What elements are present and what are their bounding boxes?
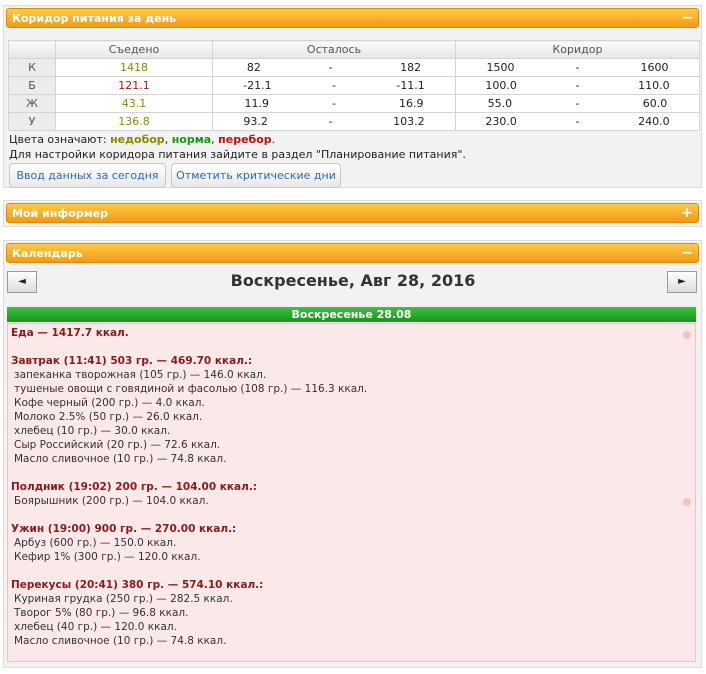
- list-item: Кефир 1% (300 гр.) — 120.0 ккал.: [14, 551, 201, 563]
- list-item: Масло сливочное (10 гр.) — 74.8 ккал.: [14, 453, 227, 465]
- list-item: Кофе черный (200 гр.) — 4.0 ккал.: [14, 397, 205, 409]
- table-row: К 1418 82 - 182 1500 - 1600: [8, 58, 700, 77]
- enter-today-button[interactable]: Ввод данных за сегодня: [9, 163, 166, 188]
- corridor-panel-title: Коридор питания за день: [12, 12, 177, 25]
- list-item: Куриная грудка (250 гр.) — 282.5 ккал.: [14, 593, 233, 605]
- table-header-blank: [8, 40, 56, 59]
- legend-comma: ,: [164, 133, 172, 146]
- arrow-left-icon: ◄: [18, 276, 26, 287]
- range-sep: -: [332, 79, 336, 92]
- range-sep: -: [328, 61, 333, 74]
- table-row: У 136.8 93.2 - 103.2 230.0 - 240.0: [8, 112, 700, 131]
- eaten-value: 1418: [55, 58, 213, 77]
- left-min: 82: [246, 61, 261, 74]
- apple-icon[interactable]: [683, 331, 691, 339]
- corridor-max: 1600: [640, 61, 669, 74]
- left-min: -21.1: [243, 79, 272, 92]
- corridor-panel-header[interactable]: Коридор питания за день −: [6, 8, 699, 28]
- table-header-eaten: Съедено: [55, 40, 213, 59]
- list-item: Боярышник (200 гр.) — 104.0 ккал.: [14, 495, 209, 507]
- left-range: 82 - 182: [212, 58, 456, 77]
- day-header: Воскресенье 28.08: [7, 307, 696, 322]
- corridor-min: 100.0: [485, 79, 517, 92]
- range-sep: -: [575, 97, 580, 110]
- corridor-max: 240.0: [638, 115, 670, 128]
- list-item: тушеные овощи с говядиной и фасолью (108…: [14, 383, 368, 395]
- left-max: -11.1: [396, 79, 425, 92]
- eaten-value: 136.8: [55, 112, 213, 131]
- left-max: 16.9: [398, 97, 424, 110]
- legend-over: перебор: [218, 133, 272, 146]
- next-day-button[interactable]: ►: [667, 271, 697, 293]
- left-max: 103.2: [393, 115, 425, 128]
- day-entries: Еда — 1417.7 ккал. Завтрак (11:41) 503 г…: [7, 323, 696, 662]
- row-label: Ж: [8, 94, 56, 113]
- row-label: Б: [8, 76, 56, 95]
- table-header-row: Съедено Осталось Коридор: [8, 40, 700, 59]
- corridor-min: 1500: [486, 61, 515, 74]
- calendar-date-title: Воскресенье, Авг 28, 2016: [230, 271, 476, 290]
- list-item: хлебец (10 гр.) — 30.0 ккал.: [14, 425, 171, 437]
- arrow-right-icon: ►: [678, 276, 686, 287]
- expand-icon[interactable]: +: [681, 204, 693, 223]
- corridor-min: 230.0: [485, 115, 517, 128]
- left-range: -21.1 - -11.1: [212, 76, 456, 95]
- informer-panel-header[interactable]: Мой информер +: [6, 203, 699, 223]
- collapse-icon[interactable]: −: [681, 244, 693, 263]
- range-sep: -: [575, 61, 580, 74]
- corridor-max: 110.0: [638, 79, 670, 92]
- table-header-corridor: Коридор: [455, 40, 700, 59]
- prev-day-button[interactable]: ◄: [7, 271, 37, 293]
- informer-panel-title: Мой информер: [12, 207, 109, 220]
- table-row: Б 121.1 -21.1 - -11.1 100.0 - 110.0: [8, 76, 700, 95]
- table-header-left: Осталось: [212, 40, 456, 59]
- list-item: Арбуз (600 гр.) — 150.0 ккал.: [14, 537, 177, 549]
- meal-title: Полдник (19:02) 200 гр. — 104.00 ккал.:: [11, 481, 258, 493]
- left-min: 93.2: [243, 115, 268, 128]
- range-sep: -: [575, 79, 580, 92]
- meal-title: Перекусы (20:41) 380 гр. — 574.10 ккал.:: [11, 579, 264, 591]
- range-sep: -: [328, 115, 333, 128]
- range-sep: -: [575, 115, 580, 128]
- corridor-range: 1500 - 1600: [455, 58, 700, 77]
- corridor-max: 60.0: [642, 97, 668, 110]
- collapse-icon[interactable]: −: [681, 9, 693, 28]
- left-max: 182: [400, 61, 422, 74]
- left-range: 11.9 - 16.9: [212, 94, 456, 113]
- corridor-note: Для настройки коридора питания зайдите в…: [9, 148, 466, 161]
- list-item: Молоко 2.5% (50 гр.) — 26.0 ккал.: [14, 411, 203, 423]
- legend-under: недобор: [110, 133, 165, 146]
- range-sep: -: [332, 97, 336, 110]
- corridor-range: 55.0 - 60.0: [455, 94, 700, 113]
- corridor-range: 100.0 - 110.0: [455, 76, 700, 95]
- apple-icon[interactable]: [683, 498, 691, 506]
- row-label: К: [8, 58, 56, 77]
- calendar-panel-title: Календарь: [12, 247, 83, 260]
- color-legend: Цвета означают: недобор, норма, перебор.: [9, 133, 275, 146]
- list-item: хлебец (40 гр.) — 120.0 ккал.: [14, 621, 177, 633]
- corridor-min: 55.0: [487, 97, 513, 110]
- meal-title: Завтрак (11:41) 503 гр. — 469.70 ккал.:: [11, 355, 253, 367]
- mark-critical-days-button[interactable]: Отметить критические дни: [171, 163, 341, 188]
- list-item: Сыр Российский (20 гр.) — 72.6 ккал.: [14, 439, 221, 451]
- legend-dot: .: [271, 133, 276, 146]
- food-total: Еда — 1417.7 ккал.: [11, 327, 129, 339]
- meal-title: Ужин (19:00) 900 гр. — 270.00 ккал.:: [11, 523, 237, 535]
- table-row: Ж 43.1 11.9 - 16.9 55.0 - 60.0: [8, 94, 700, 113]
- list-item: запеканка творожная (105 гр.) — 146.0 кк…: [14, 369, 267, 381]
- corridor-panel: Коридор питания за день − Съедено Остало…: [3, 5, 702, 188]
- left-range: 93.2 - 103.2: [212, 112, 456, 131]
- list-item: Масло сливочное (10 гр.) — 74.8 ккал.: [14, 635, 227, 647]
- calendar-panel-header[interactable]: Календарь −: [6, 243, 699, 263]
- legend-prefix: Цвета означают:: [9, 133, 111, 146]
- left-min: 11.9: [244, 97, 270, 110]
- eaten-value: 121.1: [55, 76, 213, 95]
- informer-panel: Мой информер +: [3, 200, 702, 227]
- corridor-range: 230.0 - 240.0: [455, 112, 700, 131]
- row-label: У: [8, 112, 56, 131]
- corridor-table: Съедено Осталось Коридор К 1418 82 - 182 1…: [8, 40, 700, 131]
- legend-norm: норма: [171, 133, 212, 146]
- eaten-value: 43.1: [55, 94, 213, 113]
- list-item: Творог 5% (80 гр.) — 96.8 ккал.: [14, 607, 189, 619]
